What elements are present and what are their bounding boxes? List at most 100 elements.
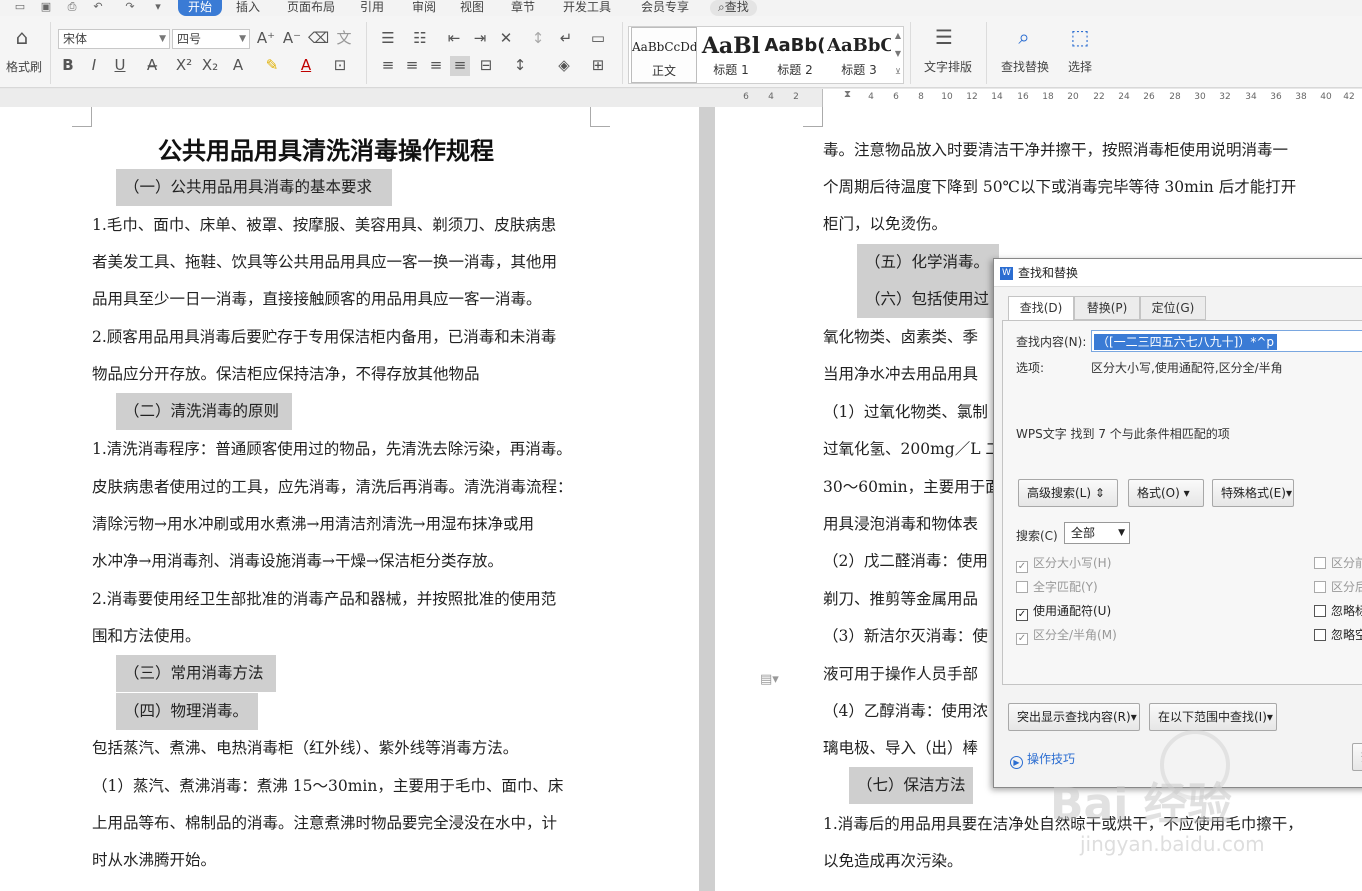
undo-icon[interactable]: ↶ (90, 0, 106, 14)
search-result: WPS文字 找到 7 个与此条件相匹配的项 (1016, 427, 1230, 441)
justify-icon[interactable]: ≡ (450, 56, 470, 76)
underline-icon[interactable]: U (110, 56, 130, 76)
document-float-icon[interactable]: ▤▾ (760, 672, 779, 687)
ignore-space-checkbox[interactable]: 忽略空 (1314, 628, 1362, 642)
search-scope-select[interactable]: 全部 ▼ (1064, 522, 1130, 544)
shading-icon[interactable]: ◈ (554, 56, 574, 76)
menu-view[interactable]: 视图 (460, 0, 484, 16)
style-normal[interactable]: AaBbCcDd 正文 (631, 27, 697, 83)
folder-icon[interactable]: ▭ (12, 0, 28, 14)
increase-indent-icon[interactable]: ⇥ (470, 29, 490, 49)
dialog-title-bar[interactable]: W 查找和替换 (994, 259, 1362, 287)
tab-goto[interactable]: 定位(G) (1140, 296, 1206, 320)
redo-icon[interactable]: ↷ (122, 0, 138, 14)
print-icon[interactable]: ⎙ (64, 0, 80, 14)
bold-icon[interactable]: B (58, 56, 78, 76)
whole-word-checkbox[interactable]: 全字匹配(Y) (1016, 580, 1098, 594)
special-format-button[interactable]: 特殊格式(E)▾ (1212, 479, 1294, 507)
border-icon[interactable]: ⊞ (588, 56, 608, 76)
format-painter-icon[interactable]: ⌂ (12, 27, 32, 48)
subscript-icon[interactable]: X₂ (200, 56, 220, 76)
menu-review[interactable]: 审阅 (412, 0, 436, 16)
chevron-up-icon[interactable]: ▲ (895, 31, 901, 40)
paragraph-line: 清除污物→用水冲刷或用水煮沸→用清洁剂清洗→用湿布抹净或用 (92, 515, 534, 533)
menu-search[interactable]: ⌕查找 (710, 0, 757, 16)
menu-chapter[interactable]: 章节 (511, 0, 535, 16)
chinese-layout-icon[interactable]: ✕ (496, 29, 516, 49)
decrease-indent-icon[interactable]: ⇤ (444, 29, 464, 49)
highlight-icon[interactable]: ✎ (262, 56, 282, 76)
table-icon[interactable]: ▭ (588, 29, 608, 49)
save-icon[interactable]: ▣ (38, 0, 54, 14)
paragraph-line: 剃刀、推剪等金属用品 (823, 590, 979, 608)
grow-font-icon[interactable]: A⁺ (256, 29, 276, 49)
align-left-icon[interactable]: ≡ (378, 56, 398, 76)
tab-find[interactable]: 查找(D) (1008, 296, 1074, 321)
char-border-icon[interactable]: ⊡ (330, 56, 350, 76)
shrink-font-icon[interactable]: A⁻ (282, 29, 302, 49)
chevron-down-icon: ▾ (1183, 486, 1190, 500)
find-previous-button[interactable]: 查 (1352, 743, 1362, 771)
font-color-icon[interactable]: A (296, 56, 316, 76)
more-icon[interactable]: ▾ (150, 0, 166, 14)
pinyin-icon[interactable]: 文 (334, 29, 354, 49)
menu-bar: ▭ ▣ ⎙ ↶ ↷ ▾ 开始 插入 页面布局 引用 审阅 视图 章节 开发工具 … (0, 0, 1362, 16)
find-input[interactable]: （[一二三四五六七八九十]）*^p (1091, 330, 1362, 352)
ignore-punctuation-checkbox[interactable]: 忽略标 (1314, 604, 1362, 618)
paragraph-mark-icon[interactable]: ↵ (556, 29, 576, 49)
menu-references[interactable]: 引用 (360, 0, 384, 16)
italic-icon[interactable]: I (84, 56, 104, 76)
find-replace-button[interactable]: 查找替换 (994, 60, 1056, 74)
menu-page-layout[interactable]: 页面布局 (287, 0, 335, 16)
bullet-list-icon[interactable]: ☰ (378, 29, 398, 49)
superscript-icon[interactable]: X² (174, 56, 194, 76)
find-in-button[interactable]: 在以下范围中查找(I)▾ (1149, 703, 1277, 731)
match-suffix-checkbox[interactable]: 区分后 (1314, 580, 1362, 594)
expand-icon[interactable]: ⊻ (895, 67, 901, 76)
style-heading-2[interactable]: AaBb( 标题 2 (763, 27, 827, 83)
indent-marker-icon[interactable]: ⧗ (844, 89, 851, 100)
highlight-results-button[interactable]: 突出显示查找内容(R)▾ (1008, 703, 1140, 731)
paragraph-line: 当用净水冲去用品用具 (823, 365, 979, 383)
numbered-list-icon[interactable]: ☷ (410, 29, 430, 49)
align-center-icon[interactable]: ≡ (402, 56, 422, 76)
advanced-search-button[interactable]: 高级搜索(L) ⇕ (1018, 479, 1118, 507)
find-replace-icon[interactable]: ⌕ (1014, 27, 1034, 48)
align-right-icon[interactable]: ≡ (426, 56, 446, 76)
paragraph-line: 个周期后待温度下降到 50℃以下或消毒完毕等待 30min 后才能打开 (823, 178, 1297, 196)
ruler: 6 4 2 ⧗ 4 6 8 10 12 14 16 18 20 22 24 26… (0, 89, 1362, 107)
select-button[interactable]: 选择 (1060, 60, 1100, 74)
menu-home[interactable]: 开始 (178, 0, 223, 16)
paragraph-line: 2.顾客用品用具消毒后要贮存于专用保洁柜内备用，已消毒和未消毒 (92, 328, 557, 346)
style-heading-3[interactable]: AaBbC 标题 3 (827, 27, 891, 83)
style-heading-1[interactable]: AaBl 标题 1 (699, 27, 763, 83)
select-icon[interactable]: ⬚ (1070, 27, 1090, 48)
sort-icon[interactable]: ↕ (528, 29, 548, 49)
format-button[interactable]: 格式(O) ▾ (1128, 479, 1204, 507)
paragraph-line: 皮肤病患者使用过的工具，应先消毒，清洗后再消毒。清洗消毒流程： (92, 478, 573, 496)
menu-insert[interactable]: 插入 (236, 0, 260, 16)
clear-format-icon[interactable]: ⌫ (308, 29, 329, 49)
text-layout-icon[interactable]: ☰ (934, 27, 954, 48)
chevron-down-icon[interactable]: ▼ (895, 49, 901, 58)
format-painter-label[interactable]: 格式刷 (4, 60, 44, 74)
text-layout-button[interactable]: 文字排版 (916, 60, 980, 74)
strikethrough-icon[interactable]: A̶ (142, 56, 162, 76)
menu-member[interactable]: 会员专享 (641, 0, 689, 16)
tab-replace[interactable]: 替换(P) (1074, 296, 1140, 320)
page-left[interactable]: 公共用品用具清洗消毒操作规程 （一）公共用品用具消毒的基本要求 1.毛巾、面巾、… (0, 107, 699, 891)
font-size-select[interactable]: 四号 ▼ (172, 29, 250, 49)
font-name-select[interactable]: 宋体 ▼ (58, 29, 170, 49)
heading-3: （三）常用消毒方法 (116, 655, 276, 692)
heading-6: （六）包括使用过 (857, 281, 999, 318)
match-case-checkbox[interactable]: ✓ 区分大小写(H) (1016, 556, 1111, 573)
text-effect-icon[interactable]: A (228, 56, 248, 76)
paragraph-line: （1）蒸汽、煮沸消毒：煮沸 15～30min，主要用于毛巾、面巾、床 (92, 777, 564, 795)
distributed-icon[interactable]: ⊟ (476, 56, 496, 76)
match-prefix-checkbox[interactable]: 区分前 (1314, 556, 1362, 570)
menu-developer[interactable]: 开发工具 (563, 0, 611, 16)
line-spacing-icon[interactable]: ↕ (510, 56, 530, 76)
chevron-down-icon: ▾ (1130, 710, 1137, 724)
use-wildcards-checkbox[interactable]: ✓ 使用通配符(U) (1016, 604, 1111, 621)
match-width-checkbox[interactable]: ✓ 区分全/半角(M) (1016, 628, 1117, 645)
